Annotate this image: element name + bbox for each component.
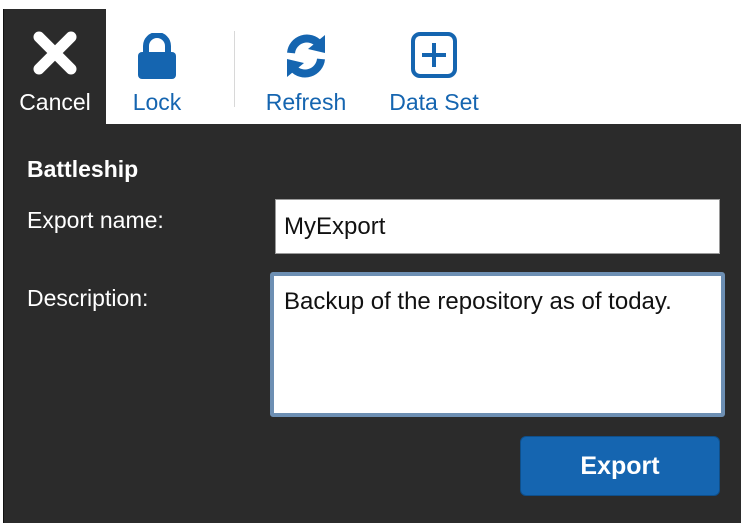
refresh-button[interactable]: Refresh (254, 9, 358, 124)
cancel-button[interactable]: Cancel (4, 9, 106, 124)
refresh-icon (281, 31, 331, 81)
description-textarea[interactable]: Backup of the repository as of today. (270, 272, 725, 417)
add-box-icon (410, 31, 458, 79)
lock-label: Lock (132, 89, 182, 115)
data-set-label: Data Set (389, 89, 479, 115)
description-label: Description: (27, 285, 149, 311)
cancel-label: Cancel (19, 89, 91, 115)
data-set-button[interactable]: Data Set (378, 9, 490, 124)
refresh-label: Refresh (265, 89, 347, 115)
toolbar-divider (234, 31, 235, 107)
export-name-label: Export name: (27, 207, 164, 233)
toolbar: Cancel Lock Refresh Data Set (4, 9, 741, 124)
close-icon (33, 31, 77, 75)
export-name-input[interactable] (275, 199, 720, 254)
section-title: Battleship (27, 156, 139, 182)
lock-button[interactable]: Lock (114, 9, 200, 124)
export-dialog: Cancel Lock Refresh Data Set Battleship … (3, 9, 741, 523)
lock-icon (137, 33, 177, 79)
export-button[interactable]: Export (520, 436, 720, 496)
